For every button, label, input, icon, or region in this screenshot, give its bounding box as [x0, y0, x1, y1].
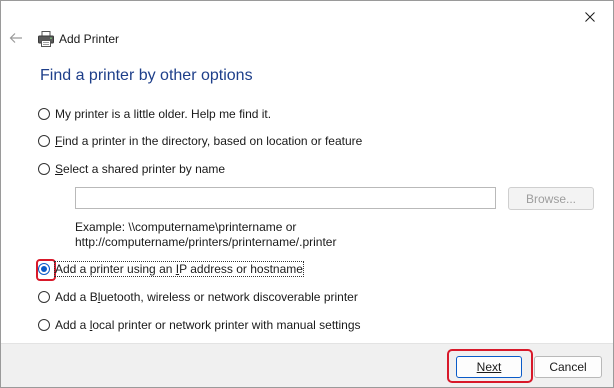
option-label-rest: elect a shared printer by name [63, 162, 226, 176]
radio-button[interactable] [38, 291, 50, 303]
option-label: Add a printer using an IP address or hos… [54, 261, 304, 277]
option-label-start: Add a [55, 318, 90, 332]
option-label-rest: uetooth, wireless or network discoverabl… [100, 290, 358, 304]
add-printer-window: Add Printer Find a printer by other opti… [0, 0, 614, 388]
radio-older-printer[interactable]: My printer is a little older. Help me fi… [38, 105, 271, 123]
option-label-rest: P address or hostname [179, 262, 303, 276]
radio-ip-address-printer[interactable]: Add a printer using an IP address or hos… [38, 260, 304, 278]
page-heading: Find a printer by other options [40, 67, 253, 84]
example-text: Example: \\computername\printername or h… [75, 220, 336, 250]
radio-dot [41, 266, 47, 272]
close-button[interactable] [567, 1, 613, 32]
option-label: Select a shared printer by name [55, 162, 225, 176]
radio-button[interactable] [38, 163, 50, 175]
radio-directory-printer[interactable]: Find a printer in the directory, based o… [38, 132, 362, 150]
radio-shared-printer[interactable]: Select a shared printer by name [38, 160, 225, 178]
option-label: Add a Bluetooth, wireless or network dis… [55, 290, 358, 304]
wizard-title: Add Printer [37, 29, 119, 49]
radio-button-selected[interactable] [38, 263, 50, 275]
browse-button[interactable]: Browse... [508, 187, 594, 210]
example-line-2: http://computername/printers/printername… [75, 235, 337, 249]
option-label: My printer is a little older. Help me fi… [55, 107, 272, 121]
example-line-1: Example: \\computername\printername or [75, 220, 297, 234]
cancel-button[interactable]: Cancel [534, 356, 602, 378]
shared-printer-name-input[interactable] [75, 187, 496, 209]
back-button[interactable] [7, 30, 25, 46]
back-arrow-icon [9, 33, 22, 43]
option-label-rest: ocal printer or network printer with man… [92, 318, 361, 332]
next-button-label: Next [476, 360, 502, 374]
radio-button[interactable] [38, 319, 50, 331]
access-key: S [55, 162, 64, 176]
option-label-start: Add a printer using an [55, 262, 176, 276]
radio-bluetooth-printer[interactable]: Add a Bluetooth, wireless or network dis… [38, 288, 358, 306]
printer-icon [38, 31, 54, 47]
next-button[interactable]: Next [456, 356, 522, 378]
option-label-start: Add a B [55, 290, 98, 304]
option-label-rest: ind a printer in the directory, based on… [62, 134, 363, 148]
window-title: Add Printer [59, 32, 120, 46]
radio-local-printer[interactable]: Add a local printer or network printer w… [38, 316, 361, 334]
radio-button[interactable] [38, 108, 50, 120]
wizard-footer: Next Cancel [1, 343, 613, 387]
close-icon [585, 11, 595, 22]
option-label: Add a local printer or network printer w… [55, 318, 361, 332]
option-label: Find a printer in the directory, based o… [55, 134, 362, 148]
radio-button[interactable] [38, 135, 50, 147]
